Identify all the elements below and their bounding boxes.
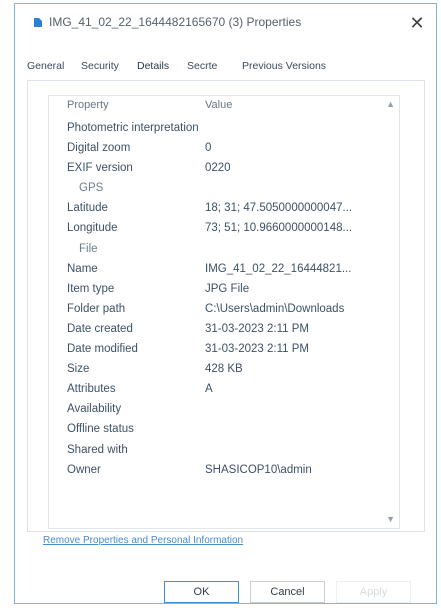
table-row[interactable]: Name IMG_41_02_22_16444821...: [49, 261, 381, 281]
tab-secrte[interactable]: Secrte: [187, 60, 217, 72]
property-value: SHASICOP10\admin: [205, 463, 312, 476]
property-name: Longitude: [67, 222, 118, 235]
table-row[interactable]: Size 428 KB: [49, 361, 381, 381]
table-row[interactable]: Folder path C:\Users\admin\Downloads: [49, 301, 381, 321]
table-row[interactable]: Latitude 18; 31; 47.5050000000047...: [49, 200, 381, 220]
property-name: Item type: [67, 282, 115, 295]
tab-strip: General Security Details Secrte Previous…: [27, 58, 424, 78]
group-header-file: File: [49, 241, 381, 261]
tab-security[interactable]: Security: [81, 60, 119, 72]
scroll-down-arrow-icon[interactable]: ▼: [386, 514, 395, 524]
property-name: Availability: [67, 403, 122, 416]
list-header: Property Value ▲: [49, 96, 399, 116]
table-row[interactable]: Photometric interpretation: [49, 120, 381, 140]
ok-button[interactable]: OK: [164, 581, 239, 603]
property-value: 428 KB: [205, 363, 243, 376]
property-name: Photometric interpretation: [67, 122, 199, 134]
group-header-gps: GPS: [49, 180, 381, 200]
property-value: A: [205, 383, 213, 396]
group-label: File: [79, 242, 98, 255]
table-row[interactable]: Digital zoom 0: [49, 140, 381, 160]
property-name: Digital zoom: [67, 142, 131, 155]
property-name: Attributes: [67, 383, 116, 396]
tab-details[interactable]: Details: [137, 60, 169, 72]
details-panel: Property Value ▲ Photometric interpretat…: [27, 80, 425, 532]
details-rows: Photometric interpretation Digital zoom 0…: [49, 120, 381, 482]
cancel-button[interactable]: Cancel: [250, 581, 325, 603]
property-value: 0: [205, 142, 212, 155]
properties-dialog: IMG_41_02_22_1644482165670 (3) Propertie…: [14, 3, 437, 604]
property-value: 0220: [205, 162, 231, 175]
property-value: 31-03-2023 2:11 PM: [205, 343, 309, 356]
group-label: GPS: [79, 182, 104, 195]
table-row[interactable]: Owner SHASICOP10\admin: [49, 462, 381, 482]
property-name: Folder path: [67, 302, 126, 315]
property-value: 73; 51; 10.9660000000148...: [205, 222, 353, 235]
table-row[interactable]: Availability: [49, 401, 381, 421]
property-name: Date created: [67, 322, 133, 335]
property-name: EXIF version: [67, 162, 133, 175]
property-value: IMG_41_02_22_16444821...: [205, 262, 352, 275]
property-value: C:\Users\admin\Downloads: [205, 302, 345, 315]
column-header-property[interactable]: Property: [67, 99, 109, 111]
apply-button[interactable]: Apply: [336, 581, 411, 603]
table-row[interactable]: Date created 31-03-2023 2:11 PM: [49, 321, 381, 341]
property-name: Shared with: [67, 443, 128, 456]
table-row[interactable]: Attributes A: [49, 381, 381, 401]
property-name: Size: [67, 363, 90, 376]
table-row[interactable]: Shared with: [49, 442, 381, 462]
file-icon: [34, 18, 42, 27]
table-row[interactable]: Longitude 73; 51; 10.9660000000148...: [49, 220, 381, 240]
window-title: IMG_41_02_22_1644482165670 (3) Propertie…: [49, 15, 302, 29]
close-icon: ✕: [409, 13, 425, 33]
property-name: Owner: [67, 463, 101, 476]
property-value: JPG File: [205, 282, 250, 295]
remove-properties-link[interactable]: Remove Properties and Personal Informati…: [43, 535, 243, 546]
property-name: Latitude: [67, 202, 108, 215]
column-header-value[interactable]: Value: [205, 99, 232, 111]
table-row[interactable]: Item type JPG File: [49, 281, 381, 301]
property-name: Date modified: [67, 343, 138, 356]
table-row[interactable]: EXIF version 0220: [49, 160, 381, 180]
property-value: 31-03-2023 2:11 PM: [205, 322, 309, 335]
title-bar: IMG_41_02_22_1644482165670 (3) Propertie…: [15, 4, 436, 42]
details-list[interactable]: Property Value ▲ Photometric interpretat…: [48, 95, 400, 529]
table-row[interactable]: Date modified 31-03-2023 2:11 PM: [49, 341, 381, 361]
property-value: 18; 31; 47.5050000000047...: [205, 202, 353, 215]
property-name: Offline status: [67, 423, 134, 436]
tab-general[interactable]: General: [27, 60, 64, 72]
scroll-up-arrow-icon[interactable]: ▲: [386, 99, 395, 109]
property-name: Name: [67, 262, 98, 275]
close-button[interactable]: ✕: [406, 12, 428, 34]
table-row[interactable]: Offline status: [49, 421, 381, 441]
tab-previous-versions[interactable]: Previous Versions: [242, 60, 326, 72]
